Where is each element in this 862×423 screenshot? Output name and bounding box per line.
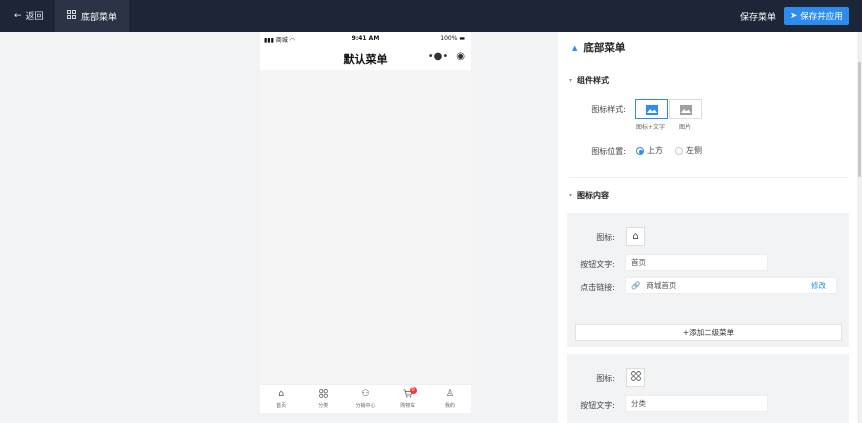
tab-category[interactable]: 分类 bbox=[302, 385, 344, 413]
home-icon: ⌂ bbox=[278, 389, 284, 399]
tab-distribution[interactable]: ⚇ 分销中心 bbox=[344, 385, 386, 413]
arrow-left-icon: ← bbox=[14, 10, 22, 21]
tab-mine[interactable]: ♙ 我的 bbox=[429, 385, 471, 413]
style-section-header[interactable]: ▾ 组件样式 bbox=[569, 75, 609, 86]
category-icon bbox=[318, 389, 328, 400]
menu-item-card: 图标: 按钮文字: 分类 bbox=[567, 354, 849, 423]
text-field-label: 按钮文字: bbox=[580, 401, 615, 410]
icon-style-label: 图标样式: bbox=[591, 105, 626, 114]
phone-preview: ▮▮▮ 商城 ◠ 9:41 AM 100% ▬ 默认菜单 •●• ◉ ⌂ 首页 … bbox=[260, 32, 471, 413]
caret-down-icon: ▾ bbox=[569, 192, 573, 199]
style-option-caption: 图标+文字 bbox=[636, 124, 666, 131]
icon-picker[interactable]: ⌂ bbox=[626, 227, 645, 246]
status-bar: ▮▮▮ 商城 ◠ 9:41 AM 100% ▬ bbox=[260, 32, 471, 46]
save-and-apply-button[interactable]: ➤ 保存并应用 bbox=[784, 7, 849, 25]
record-icon[interactable]: ◉ bbox=[456, 51, 465, 62]
tab-bar: ⌂ 首页 分类 ⚇ 分销中心 0 购物车 ♙ 我的 bbox=[260, 384, 471, 413]
style-option-image[interactable] bbox=[669, 99, 702, 119]
more-icon[interactable]: •●• bbox=[428, 51, 449, 62]
content-section-header[interactable]: ▾ 图标内容 bbox=[569, 190, 609, 201]
icon-field-label: 图标: bbox=[596, 374, 615, 383]
menu-item-card: 图标: ⌂ 按钮文字: 首页 点击链接: 🔗 商城首页 修改 +添加二级菜单 bbox=[567, 213, 849, 347]
text-field-label: 按钮文字: bbox=[580, 260, 615, 269]
tab-cart[interactable]: 0 购物车 bbox=[387, 385, 429, 413]
user-icon: ♙ bbox=[445, 389, 454, 399]
distribution-icon: ⚇ bbox=[361, 389, 370, 399]
bottom-menu-tab[interactable]: 底部菜单 bbox=[55, 0, 130, 32]
radio-unchecked-icon bbox=[675, 146, 683, 155]
edit-link-button[interactable]: 修改 bbox=[811, 280, 826, 291]
battery-label: 100% ▬ bbox=[440, 35, 465, 42]
image-icon bbox=[645, 100, 658, 119]
image-icon bbox=[679, 100, 692, 119]
button-text-input[interactable]: 分类 bbox=[625, 395, 768, 412]
home-icon: ⌂ bbox=[632, 231, 639, 242]
capsule-buttons[interactable]: •●• ◉ bbox=[428, 51, 465, 62]
add-submenu-button[interactable]: +添加二级菜单 bbox=[575, 324, 842, 341]
icon-picker[interactable] bbox=[626, 368, 645, 387]
button-text-input[interactable]: 首页 bbox=[625, 254, 768, 271]
radio-checked-icon bbox=[636, 146, 644, 155]
style-option-icon-text[interactable] bbox=[635, 99, 668, 119]
category-icon bbox=[630, 371, 641, 384]
panel-title: ▲ 底部菜单 bbox=[572, 42, 626, 54]
position-radio-top[interactable]: 上方 bbox=[636, 145, 663, 156]
back-button[interactable]: ← 返回 bbox=[14, 9, 44, 23]
send-icon: ➤ bbox=[790, 11, 798, 21]
tab-home[interactable]: ⌂ 首页 bbox=[260, 385, 302, 413]
phone-nav-bar: 默认菜单 •●• ◉ bbox=[260, 46, 471, 70]
link-field-label: 点击链接: bbox=[580, 283, 615, 292]
cart-badge: 0 bbox=[409, 387, 417, 394]
grid-icon bbox=[67, 10, 76, 22]
top-bar: ← 返回 底部菜单 保存菜单 ➤ 保存并应用 bbox=[0, 0, 862, 32]
link-icon: 🔗 bbox=[631, 281, 641, 290]
link-field[interactable]: 🔗 商城首页 修改 bbox=[625, 277, 837, 294]
position-radio-left[interactable]: 左侧 bbox=[675, 145, 702, 156]
section-divider bbox=[569, 177, 849, 178]
icon-field-label: 图标: bbox=[596, 233, 615, 242]
save-menu-button[interactable]: 保存菜单 bbox=[740, 10, 776, 23]
icon-position-label: 图标位置: bbox=[591, 147, 626, 156]
settings-panel: ▲ 底部菜单 ▾ 组件样式 图标样式: 图标+文字 图片 图标位置: 上方 左侧… bbox=[558, 32, 857, 423]
caret-down-icon: ▾ bbox=[569, 77, 573, 84]
triangle-up-icon: ▲ bbox=[572, 43, 578, 52]
panel-scrollbar[interactable] bbox=[857, 32, 862, 423]
style-option-caption: 图片 bbox=[679, 124, 692, 131]
